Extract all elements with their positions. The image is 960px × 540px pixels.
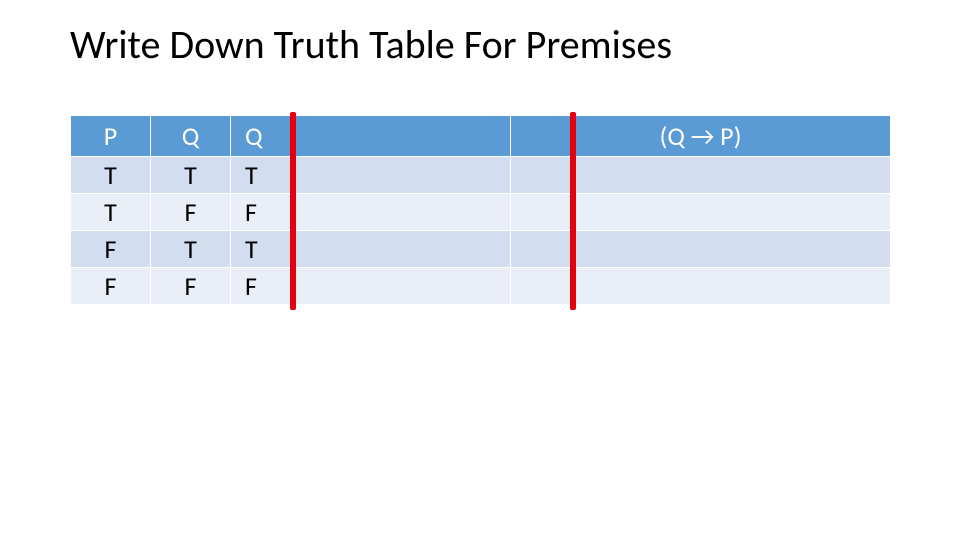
slide: Write Down Truth Table For Premises P Q … bbox=[0, 0, 960, 540]
cell-q: T bbox=[151, 231, 231, 268]
cell-p: T bbox=[71, 194, 151, 231]
cell-p: F bbox=[71, 231, 151, 268]
table-header-row: P Q Q (Q → P) bbox=[71, 116, 891, 157]
cell-q: T bbox=[151, 157, 231, 194]
table-row: F F F bbox=[71, 268, 891, 305]
truth-table: P Q Q (Q → P) T T T T F F bbox=[70, 115, 891, 305]
cell-implication bbox=[511, 231, 891, 268]
cell-implication bbox=[511, 157, 891, 194]
red-divider-icon bbox=[290, 112, 296, 310]
col-header-q-implies-p: (Q → P) bbox=[511, 116, 891, 157]
cell-q-premise: T bbox=[231, 157, 511, 194]
cell-q: F bbox=[151, 268, 231, 305]
cell-p: F bbox=[71, 268, 151, 305]
table-row: T T T bbox=[71, 157, 891, 194]
page-title: Write Down Truth Table For Premises bbox=[70, 20, 672, 69]
cell-implication bbox=[511, 194, 891, 231]
cell-q-premise: F bbox=[231, 268, 511, 305]
truth-table-container: P Q Q (Q → P) T T T T F F bbox=[70, 115, 890, 305]
col-header-p: P bbox=[71, 116, 151, 157]
col-header-q-premise: Q bbox=[231, 116, 511, 157]
cell-implication bbox=[511, 268, 891, 305]
cell-q: F bbox=[151, 194, 231, 231]
table-row: F T T bbox=[71, 231, 891, 268]
red-divider-icon bbox=[570, 112, 576, 310]
table-row: T F F bbox=[71, 194, 891, 231]
col-header-q: Q bbox=[151, 116, 231, 157]
cell-p: T bbox=[71, 157, 151, 194]
cell-q-premise: T bbox=[231, 231, 511, 268]
cell-q-premise: F bbox=[231, 194, 511, 231]
